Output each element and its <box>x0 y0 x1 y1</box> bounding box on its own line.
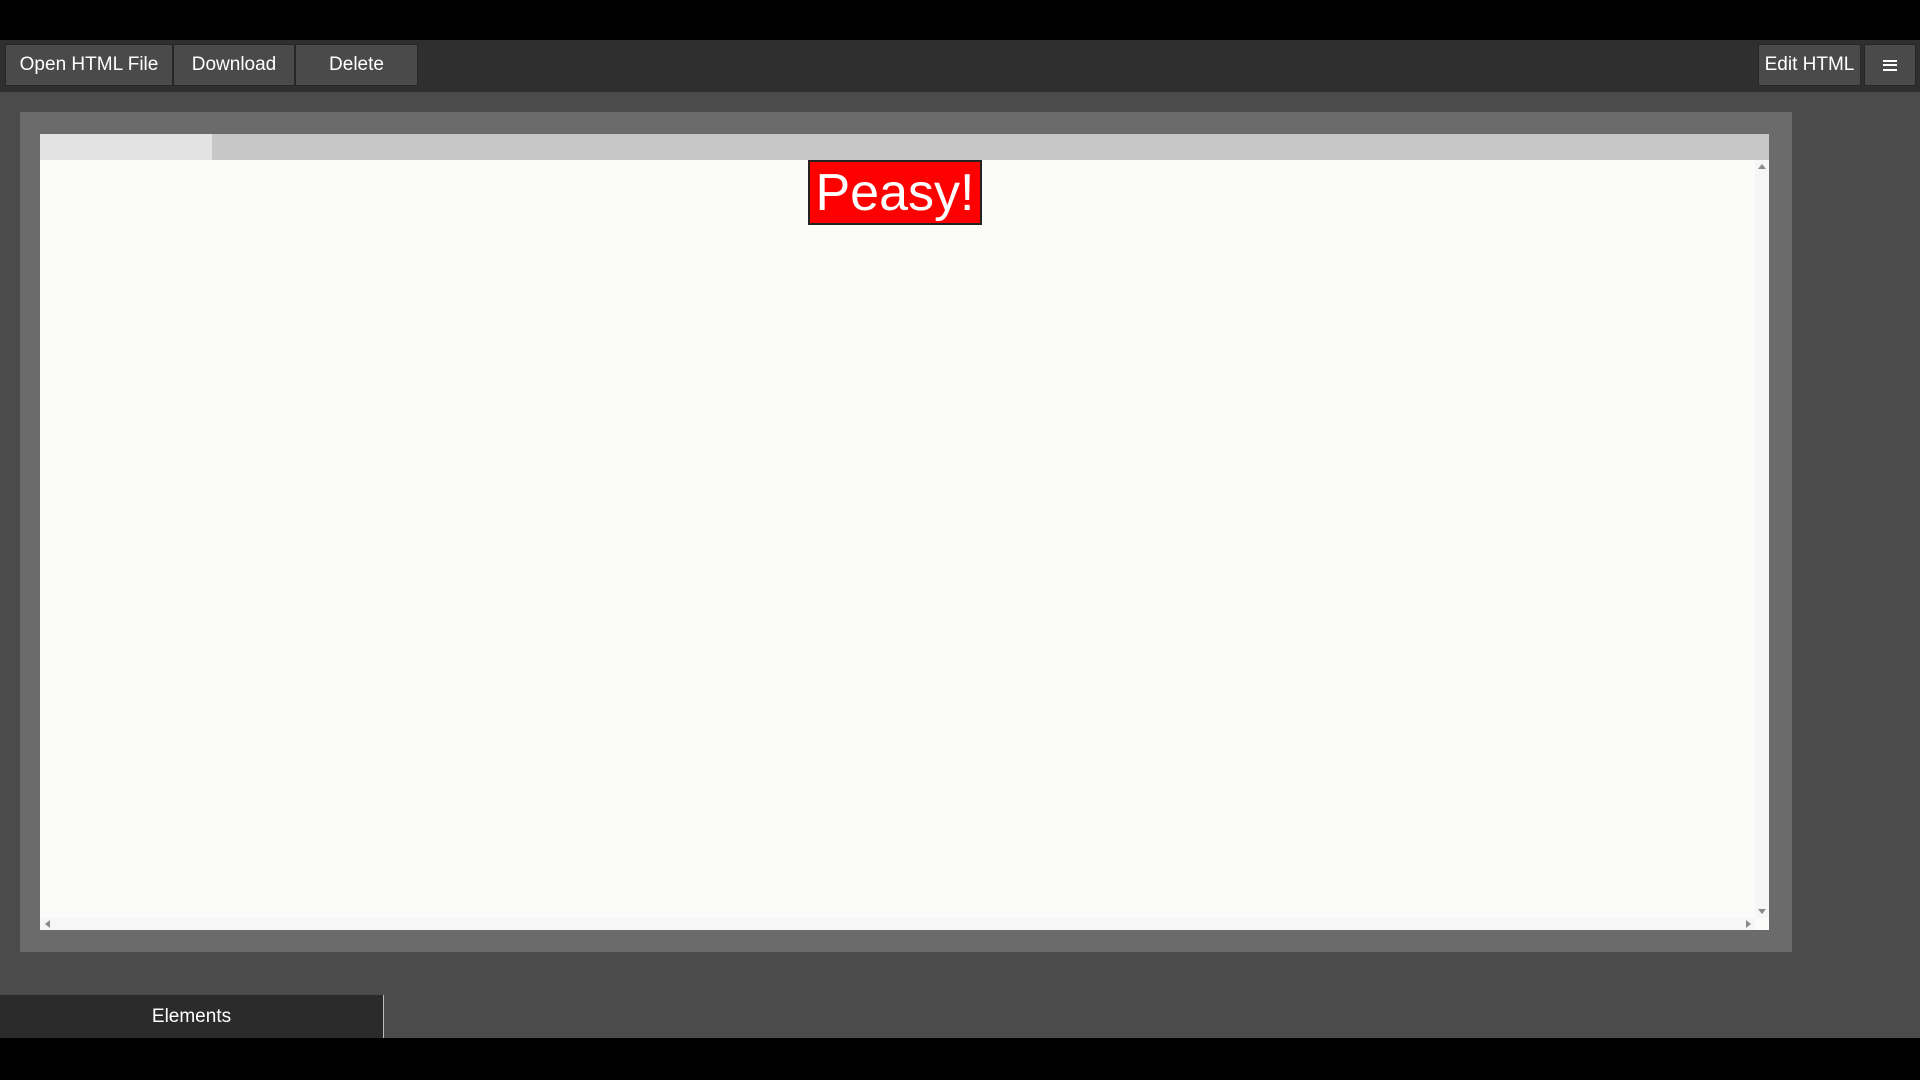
scroll-right-icon[interactable] <box>1746 920 1751 928</box>
canvas-header-bar <box>40 134 1769 160</box>
open-html-file-button[interactable]: Open HTML File <box>5 44 173 86</box>
page-canvas[interactable]: Peasy! <box>40 134 1769 930</box>
scroll-up-icon[interactable] <box>1758 164 1766 169</box>
scroll-down-icon[interactable] <box>1758 909 1766 914</box>
scroll-left-icon[interactable] <box>45 920 50 928</box>
hamburger-menu-icon <box>1883 59 1897 71</box>
canvas-tab[interactable] <box>40 134 212 160</box>
delete-button[interactable]: Delete <box>295 44 418 86</box>
editor-frame: Peasy! <box>20 112 1792 952</box>
tab-elements[interactable]: Elements <box>0 995 384 1038</box>
edit-html-button[interactable]: Edit HTML <box>1758 44 1861 86</box>
peasy-element[interactable]: Peasy! <box>808 160 982 225</box>
app-window: Open HTML File Download Delete Edit HTML… <box>0 40 1920 1038</box>
toolbar: Open HTML File Download Delete Edit HTML <box>0 40 1920 92</box>
horizontal-scrollbar[interactable] <box>40 918 1755 930</box>
download-button[interactable]: Download <box>173 44 295 86</box>
menu-button[interactable] <box>1864 44 1916 86</box>
vertical-scrollbar[interactable] <box>1755 160 1769 918</box>
